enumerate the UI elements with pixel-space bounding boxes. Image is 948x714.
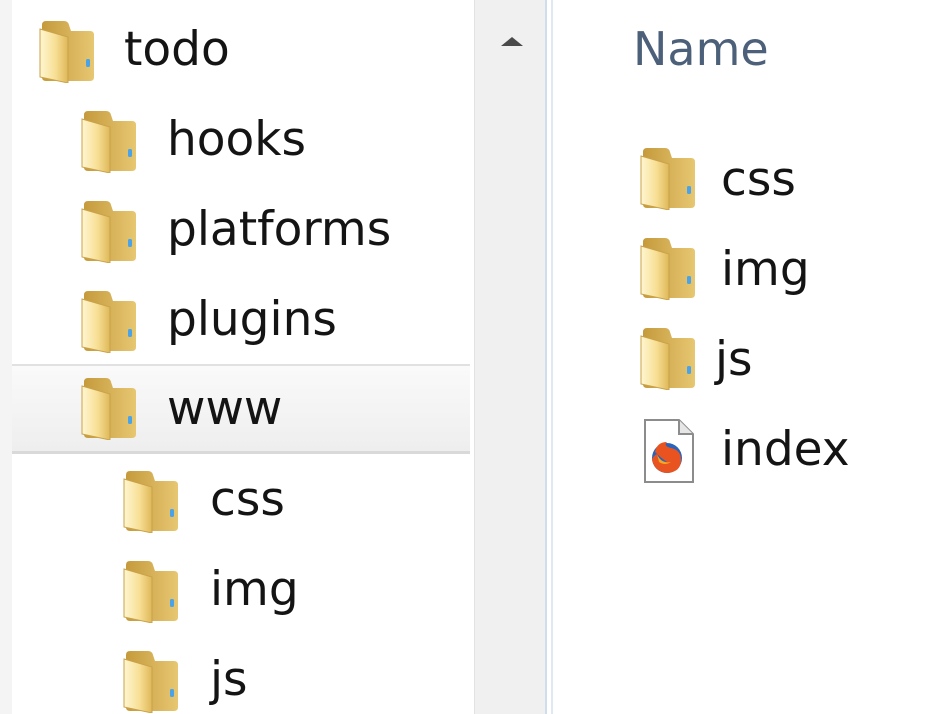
folder-icon <box>80 199 140 263</box>
list-item-label: index <box>721 422 850 477</box>
tree-item-www[interactable]: www <box>12 364 470 454</box>
folder-icon <box>122 649 182 713</box>
list-item-img[interactable]: img <box>633 230 933 310</box>
tree-item-img[interactable]: img <box>12 548 470 632</box>
navigation-tree[interactable]: todo hooks platforms plugins www css img <box>0 0 474 714</box>
folder-icon <box>122 559 182 623</box>
list-item-index[interactable]: index <box>633 410 933 490</box>
folder-icon <box>38 19 98 83</box>
tree-item-hooks[interactable]: hooks <box>12 98 470 182</box>
list-item-label: css <box>721 152 796 207</box>
folder-icon <box>639 326 699 390</box>
column-header-name[interactable]: Name <box>633 22 769 76</box>
file-explorer-window: todo hooks platforms plugins www css img <box>0 0 948 714</box>
list-item-js[interactable]: js <box>633 320 933 400</box>
list-item-css[interactable]: css <box>633 140 933 220</box>
tree-item-label: plugins <box>167 292 337 347</box>
folder-icon <box>122 469 182 533</box>
tree-item-css[interactable]: css <box>12 458 470 542</box>
tree-item-label: css <box>210 472 285 527</box>
tree-item-label: js <box>210 652 248 707</box>
list-item-label: img <box>721 242 810 297</box>
tree-item-label: img <box>210 562 299 617</box>
tree-item-label: www <box>167 381 283 436</box>
tree-item-label: platforms <box>167 202 392 257</box>
tree-item-label: hooks <box>167 112 307 167</box>
firefox-html-file-icon <box>644 419 694 483</box>
folder-icon <box>639 236 699 300</box>
folder-icon <box>80 289 140 353</box>
folder-icon <box>639 146 699 210</box>
tree-item-platforms[interactable]: platforms <box>12 188 470 272</box>
tree-item-js[interactable]: js <box>12 638 470 714</box>
tree-item-label: todo <box>124 22 230 77</box>
tree-item-todo[interactable]: todo <box>12 8 470 92</box>
vertical-scrollbar[interactable] <box>474 0 545 714</box>
file-list-pane: Name css img js index <box>553 0 948 714</box>
tree-item-plugins[interactable]: plugins <box>12 278 470 362</box>
folder-icon <box>80 376 140 440</box>
scroll-up-button[interactable] <box>475 0 545 60</box>
triangle-up-icon <box>501 37 523 46</box>
pane-splitter[interactable] <box>545 0 553 714</box>
folder-icon <box>80 109 140 173</box>
list-item-label: js <box>715 332 753 387</box>
